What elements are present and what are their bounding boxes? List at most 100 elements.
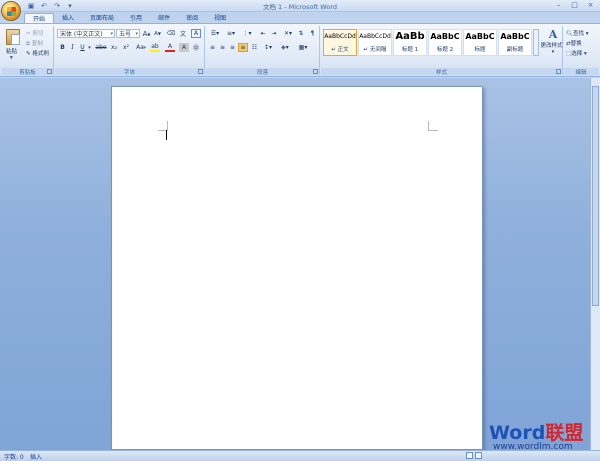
styles-launcher-icon[interactable] [556, 69, 561, 74]
select-button[interactable]: ⬚选择 ▾ [566, 49, 587, 57]
style-sample-heading-2: AaBbC [430, 32, 460, 41]
shading-icon[interactable]: ◈▾ [278, 43, 292, 52]
shrink-font-button[interactable]: A ▼ [153, 29, 162, 38]
change-styles-label: 更改样式 [540, 43, 563, 49]
print-layout-icon[interactable] [466, 452, 473, 459]
office-logo-icon [7, 7, 16, 16]
change-styles-dropdown-icon: ▾ [551, 49, 555, 55]
sort-icon[interactable]: ⇅ [296, 29, 306, 38]
show-marks-icon[interactable]: ¶ [308, 29, 317, 38]
numbering-icon[interactable]: ≡▾ [224, 29, 238, 38]
title-bar: ▣ ↶ ↷ ▾ 文档 1 - Microsoft Word – □ × [0, 0, 600, 12]
style-name-heading-2: 标题 2 [436, 47, 454, 53]
align-left-icon[interactable]: ≡ [208, 43, 217, 52]
style-tile-heading-1[interactable]: AaBb 标题 1 [393, 29, 427, 56]
bullets-icon[interactable]: ☰▾ [208, 29, 222, 38]
style-name-normal: ↵ 正文 [331, 47, 349, 53]
distributed-icon[interactable]: ☷ [250, 43, 259, 52]
select-label: 选择 [571, 51, 583, 57]
document-page[interactable] [111, 86, 483, 450]
copy-label: 复制 [31, 41, 43, 47]
grow-font-button[interactable]: A ▲ [142, 29, 151, 38]
paste-button[interactable]: 粘贴 [6, 47, 17, 55]
replace-label: 替换 [570, 41, 582, 47]
bold-button[interactable]: B [58, 43, 67, 52]
cut-button[interactable]: ✂ 剪切 [26, 29, 43, 37]
font-name-select[interactable]: 宋体 (中文正文) [57, 29, 115, 38]
change-styles-button[interactable]: A 更改样式 ▾ [540, 28, 564, 60]
underline-dropdown-icon[interactable]: ▾ [87, 43, 92, 52]
phonetic-guide-icon[interactable]: 文 [178, 29, 188, 38]
paste-dropdown-icon[interactable]: ▾ [10, 55, 13, 61]
align-right-icon[interactable]: ≡ [228, 43, 237, 52]
italic-button[interactable]: I [68, 43, 77, 52]
style-tile-normal[interactable]: AaBbCcDd ↵ 正文 [323, 29, 357, 56]
chinese-layout-icon[interactable]: ✕▾ [282, 29, 294, 38]
strikethrough-button[interactable]: abe [95, 43, 107, 52]
editing-group: 🔍︎查找 ▾ ⇄替换 ⬚选择 ▾ 编辑 [564, 26, 598, 76]
office-button[interactable] [1, 1, 21, 21]
paragraph-launcher-icon[interactable] [313, 69, 318, 74]
format-painter-button[interactable]: ✎ 格式刷 [26, 49, 49, 57]
justify-icon[interactable]: ≡ [238, 43, 248, 52]
font-launcher-icon[interactable] [198, 69, 203, 74]
style-tile-no-spacing[interactable]: AaBbCcDd ↵ 无间隔 [358, 29, 392, 56]
decrease-indent-icon[interactable]: ⇤ [258, 29, 268, 38]
paragraph-group-label: 段落 [206, 68, 319, 76]
style-tile-title[interactable]: AaBbC 标题 [463, 29, 497, 56]
underline-button[interactable]: U [78, 43, 87, 52]
view-buttons [466, 452, 482, 459]
paste-icon[interactable] [6, 29, 20, 45]
style-name-no-spacing: ↵ 无间隔 [363, 47, 387, 53]
margin-corner-top-right [428, 121, 438, 131]
watermark-url: www.wordlm.com [493, 442, 573, 452]
subscript-button[interactable]: x₂ [109, 43, 119, 52]
scrollbar-thumb[interactable] [592, 86, 599, 306]
window-title: 文档 1 - Microsoft Word [262, 3, 338, 11]
site-watermark: Word联盟 www.wordlm.com [483, 418, 600, 458]
copy-button[interactable]: ⧉ 复制 [26, 39, 43, 48]
word-count[interactable]: 字数: 0 [4, 452, 24, 461]
find-label: 查找 [572, 31, 584, 37]
align-center-icon[interactable]: ≡ [218, 43, 227, 52]
minimize-icon[interactable]: – [551, 1, 566, 10]
full-screen-icon[interactable] [475, 452, 482, 459]
style-name-title: 标题 [474, 47, 486, 53]
font-size-select[interactable]: 五号 [116, 29, 140, 38]
superscript-button[interactable]: x² [121, 43, 131, 52]
style-name-heading-1: 标题 1 [401, 47, 419, 53]
close-icon[interactable]: × [583, 1, 598, 10]
maximize-icon[interactable]: □ [567, 1, 582, 10]
styles-group-label: 样式 [321, 68, 562, 76]
char-shading-icon[interactable]: A [179, 43, 189, 52]
clear-formatting-icon[interactable]: ⌫ [166, 29, 176, 38]
char-border-icon[interactable]: A [191, 29, 201, 38]
find-button[interactable]: 🔍︎查找 ▾ [566, 29, 589, 37]
watermark-brand-lianmeng: 联盟 [545, 422, 584, 444]
change-styles-icon: A [548, 28, 558, 41]
window-controls: – □ × [551, 1, 598, 10]
grow-font-arrow: ▲ [147, 31, 151, 36]
font-color-icon[interactable]: A [165, 43, 175, 52]
change-case-button[interactable]: Aa [133, 43, 147, 52]
highlight-color-icon[interactable]: ab [150, 43, 160, 52]
enclose-char-icon[interactable]: ㊥ [191, 43, 201, 52]
clipboard-launcher-icon[interactable] [47, 69, 52, 74]
text-cursor [166, 130, 167, 140]
styles-group: AaBbCcDd ↵ 正文 AaBbCcDd ↵ 无间隔 AaBb 标题 1 A… [321, 26, 564, 76]
style-sample-no-spacing: AaBbCcDd [359, 33, 391, 40]
clipboard-group: 粘贴 ▾ ✂ 剪切 ⧉ 复制 ✎ 格式刷 剪贴板 [2, 26, 54, 76]
paragraph-group: ☰▾ ≡▾ ⋮▾ ⇤ ⇥ ✕▾ ⇅ ¶ ≡ ≡ ≡ ≡ ☷ ↕▾ ◈▾ ▦▾ 段… [206, 26, 320, 76]
watermark-brand-word: Word [489, 422, 546, 444]
style-tile-heading-2[interactable]: AaBbC 标题 2 [428, 29, 462, 56]
multilevel-list-icon[interactable]: ⋮▾ [240, 29, 254, 38]
vertical-scrollbar[interactable] [590, 78, 600, 450]
font-group: 宋体 (中文正文) 五号 A▲ A▼ ⌫ 文 A B I U ▾ abe x₂ … [55, 26, 205, 76]
increase-indent-icon[interactable]: ⇥ [269, 29, 279, 38]
borders-icon[interactable]: ▦▾ [296, 43, 310, 52]
replace-button[interactable]: ⇄替换 [566, 39, 582, 47]
style-tile-subtitle[interactable]: AaBbC 副标题 [498, 29, 532, 56]
clipboard-group-label: 剪贴板 [2, 68, 53, 76]
line-spacing-icon[interactable]: ↕▾ [262, 43, 274, 52]
insert-mode[interactable]: 插入 [30, 452, 42, 461]
